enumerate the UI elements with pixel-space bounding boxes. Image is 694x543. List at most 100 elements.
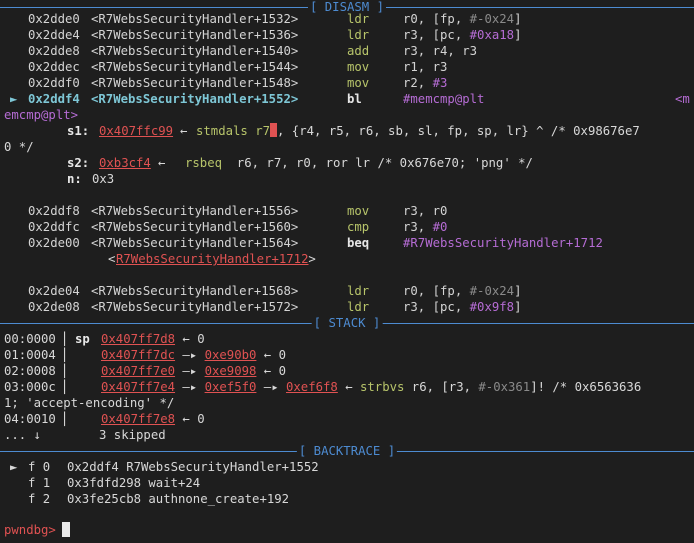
instruction-mnemonic: ldr xyxy=(347,28,370,42)
symbol-tail: <m xyxy=(675,92,690,106)
operand: #3 xyxy=(432,76,448,90)
arg-name: s1: xyxy=(67,124,90,138)
section-title: [ BACKTRACE ] xyxy=(296,443,398,459)
instruction-address: 0x2de04 xyxy=(28,284,80,298)
stack-value: ← 0 xyxy=(256,348,287,362)
instruction-symbol: <R7WebsSecurityHandler+1568> xyxy=(91,284,299,298)
instruction-mnemonic: mov xyxy=(347,204,370,218)
frame-symbol: wait+24 xyxy=(148,476,201,490)
operand: #-0x24 xyxy=(469,284,515,298)
operand: ] xyxy=(514,300,522,314)
stack-divider: │ xyxy=(61,364,69,378)
stack-offset: 01:0004 xyxy=(4,348,56,362)
instruction-symbol: <R7WebsSecurityHandler+1552> xyxy=(91,92,299,106)
instruction-address: 0x2ddf8 xyxy=(28,204,80,218)
operand: r3, [pc, xyxy=(403,28,470,42)
arrow: —▸ xyxy=(175,380,205,394)
arg-value: 0x3 xyxy=(92,172,115,186)
instruction-operands: r3, #0 xyxy=(403,219,447,235)
instruction-symbol: <R7WebsSecurityHandler+1536> xyxy=(91,28,299,42)
stack-pointer: 0xef5f0 xyxy=(204,380,257,394)
instruction-address: 0x2ddf0 xyxy=(28,76,80,90)
arrow: ← xyxy=(158,156,166,170)
skip-prefix: ... ↓ xyxy=(4,428,42,442)
instruction-operands: r1, r3 xyxy=(403,59,447,75)
stack-offset: 02:0008 xyxy=(4,364,56,378)
current-pointer-icon: ► xyxy=(10,92,18,106)
stack-value: ← 0 xyxy=(175,412,205,426)
operand: r0, [fp, xyxy=(403,284,470,298)
skip-text: 3 skipped xyxy=(99,428,166,442)
instruction-address: 0x2ddec xyxy=(28,60,80,74)
stack-insn-rest: r6, [r3, xyxy=(404,380,479,394)
shell-prompt: pwndbg> xyxy=(4,523,56,537)
stack-offset: 00:0000 xyxy=(4,332,56,346)
stack-offset: 04:0010 xyxy=(4,412,56,426)
operand: #-0x24 xyxy=(469,12,515,26)
frame-index: f 2 xyxy=(28,492,51,506)
operand: r3, r0 xyxy=(403,204,448,218)
operand: #memcmp@plt xyxy=(403,92,485,106)
symbol-wrap: emcmp@plt xyxy=(4,108,71,122)
current-frame-icon: ► xyxy=(10,460,18,474)
instruction-operands: r0, [fp, #-0x24] xyxy=(403,283,521,299)
instruction-address: 0x2de08 xyxy=(28,300,80,314)
stack-value: ← 0 xyxy=(256,364,287,378)
operand: r1, r3 xyxy=(403,60,448,74)
command-input[interactable] xyxy=(62,522,70,538)
arrow: —▸ xyxy=(175,348,205,362)
instruction-address: 0x2ddfc xyxy=(28,220,80,234)
instruction-operands: #memcmp@plt xyxy=(403,91,484,107)
operand: r0, [fp, xyxy=(403,12,470,26)
arg-pointer: 0xb3cf4 xyxy=(99,156,151,170)
instruction-symbol: <R7WebsSecurityHandler+1544> xyxy=(91,60,299,74)
instruction-mnemonic: beq xyxy=(347,236,370,250)
instruction-mnemonic: ldr xyxy=(347,284,370,298)
instruction-symbol: <R7WebsSecurityHandler+1540> xyxy=(91,44,299,58)
stack-header: [ STACK ] xyxy=(0,315,694,331)
arg-insn: stmdals r7 xyxy=(196,124,271,138)
frame-symbol: authnone_create+192 xyxy=(148,492,290,506)
instruction-operands: #R7WebsSecurityHandler+1712 xyxy=(403,235,603,251)
terminal-window[interactable]: [ DISASM ] 0x2dde0 <R7WebsSecurityHandler+… xyxy=(0,0,694,543)
instruction-symbol: <R7WebsSecurityHandler+1564> xyxy=(91,236,299,250)
stack-divider: │ xyxy=(61,332,69,346)
instruction-mnemonic: mov xyxy=(347,76,370,90)
arg-wrap-text: 0 */ xyxy=(4,140,34,154)
stack-offset: 03:000c xyxy=(4,380,56,394)
stack-pointer: 0x407ff7d8 xyxy=(101,332,176,346)
stack-pointer: 0x407ff7e4 xyxy=(101,380,176,394)
instruction-operands: r2, #3 xyxy=(403,75,447,91)
arg-rest: r6, r7, r0, ror lr /* 0x676e70; 'png' */ xyxy=(222,156,533,170)
instruction-mnemonic: add xyxy=(347,44,370,58)
operand: r2, xyxy=(403,76,433,90)
operand: r3, [pc, xyxy=(403,300,470,314)
bracket: < xyxy=(108,252,116,266)
cursor-block xyxy=(270,123,277,137)
arg-name: n: xyxy=(67,172,82,186)
instruction-address: 0x2dde4 xyxy=(28,28,80,42)
arrow: ← xyxy=(180,124,188,138)
frame-address: 0x3fe25cb8 xyxy=(67,492,142,506)
stack-pointer: 0xe9098 xyxy=(204,364,257,378)
stack-pointer: 0x407ff7e0 xyxy=(101,364,176,378)
instruction-mnemonic: ldr xyxy=(347,12,370,26)
operand: #0xa18 xyxy=(469,28,515,42)
stack-wrap-text: 1; 'accept-encoding' */ xyxy=(4,396,175,410)
operand: r3, r4, r3 xyxy=(403,44,478,58)
frame-symbol: R7WebsSecurityHandler+1552 xyxy=(126,460,319,474)
instruction-address: 0x2dde8 xyxy=(28,44,80,58)
arg-rest: , {r4, r5, r6, sb, sl, fp, sp, lr} ^ /* … xyxy=(277,124,640,138)
stack-divider: │ xyxy=(61,380,69,394)
branch-target-link: R7WebsSecurityHandler+1712 xyxy=(116,252,309,266)
operand: #R7WebsSecurityHandler+1712 xyxy=(403,236,603,250)
instruction-operands: r3, [pc, #0xa18] xyxy=(403,27,521,43)
instruction-operands: r0, [fp, #-0x24] xyxy=(403,11,521,27)
instruction-operands: r3, r4, r3 xyxy=(403,43,477,59)
operand: ] xyxy=(514,12,522,26)
arg-insn: rsbeq xyxy=(185,156,223,170)
stack-value: ← 0 xyxy=(175,332,205,346)
instruction-address: 0x2dde0 xyxy=(28,12,80,26)
arg-name: s2: xyxy=(67,156,90,170)
instruction-symbol: <R7WebsSecurityHandler+1572> xyxy=(91,300,299,314)
